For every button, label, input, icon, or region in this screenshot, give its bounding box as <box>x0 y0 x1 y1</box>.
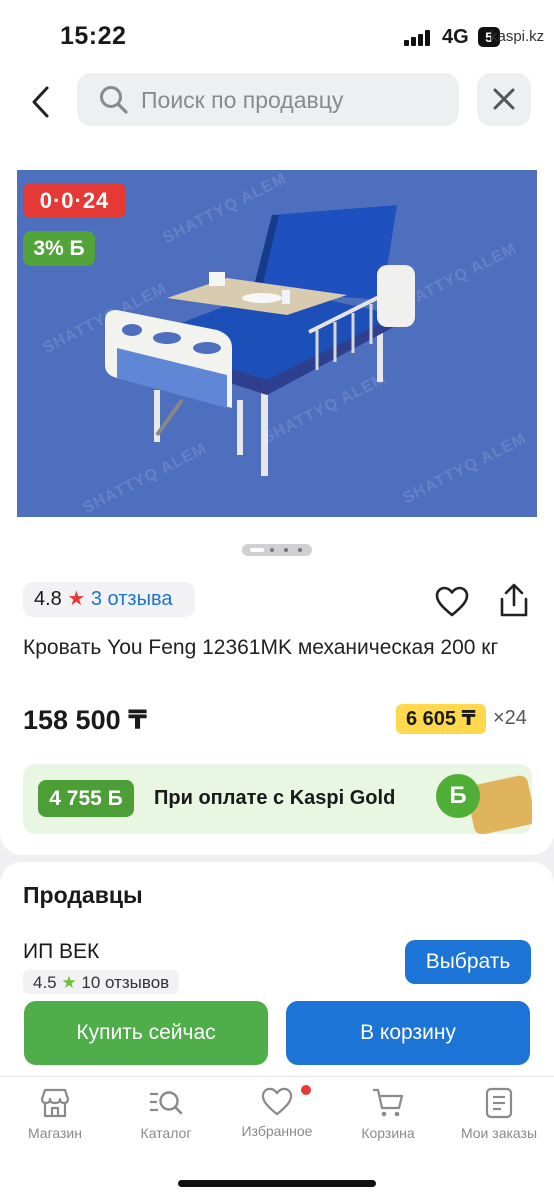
nav-item-store[interactable]: Магазин <box>0 1087 110 1141</box>
seller-name[interactable]: ИП ВЕК <box>23 940 99 964</box>
carrier-domain: kaspi.kz <box>490 28 545 45</box>
search-bar[interactable] <box>77 73 459 126</box>
heart-icon <box>261 1087 293 1116</box>
nav-label: Избранное <box>241 1123 313 1139</box>
favorites-notification-dot <box>301 1085 311 1095</box>
close-icon <box>493 88 515 110</box>
gallery-pagination[interactable] <box>242 544 312 556</box>
hospital-bed-illustration <box>105 205 415 476</box>
buy-now-button[interactable]: Купить сейчас <box>24 1001 268 1065</box>
cart-icon <box>373 1088 404 1117</box>
choose-seller-button[interactable]: Выбрать <box>405 940 531 984</box>
rating-value: 4.8 <box>34 588 62 610</box>
seller-rating-value: 4.5 <box>33 973 57 992</box>
product-title: Кровать You Feng 12361MK механическая 20… <box>23 636 499 659</box>
network-type: 4G <box>442 26 469 48</box>
installment-price[interactable]: 6 605 ₸ <box>396 704 486 734</box>
star-icon: ★ <box>61 973 77 992</box>
seller-rating: 4.5 ★ 10 отзывов <box>23 970 180 994</box>
add-to-cart-button[interactable]: В корзину <box>286 1001 530 1065</box>
search-input[interactable] <box>141 83 441 117</box>
status-time: 15:22 <box>60 22 127 50</box>
installment-months: ×24 <box>493 707 527 729</box>
timer-badge: 0·0·24 <box>23 183 126 218</box>
orders-list-icon <box>485 1087 513 1119</box>
nav-label: Каталог <box>140 1125 192 1141</box>
share-button[interactable] <box>497 583 531 619</box>
nav-label: Корзина <box>361 1125 415 1141</box>
pagination-dot[interactable] <box>270 548 274 552</box>
product-card: SHATTYQ ALEM SHATTYQ ALEM SHATTYQ ALEM S… <box>0 145 554 855</box>
bonus-coin-icon: Б <box>436 774 480 818</box>
nav-item-catalog[interactable]: Каталог <box>111 1087 221 1141</box>
nav-label: Мои заказы <box>460 1125 538 1141</box>
catalog-search-icon <box>150 1091 183 1115</box>
pagination-dot[interactable] <box>298 548 302 552</box>
kaspi-gold-banner[interactable]: 4 755 Б При оплате с Kaspi Gold Б <box>23 764 532 834</box>
star-icon: ★ <box>67 588 86 610</box>
chevron-left-icon <box>32 86 49 118</box>
reviews-link[interactable]: 3 отзыва <box>91 588 173 610</box>
sellers-title: Продавцы <box>23 882 143 908</box>
nav-item-orders[interactable]: Мои заказы <box>444 1087 554 1141</box>
bonus-badge: 3% Б <box>23 231 95 266</box>
store-icon <box>40 1088 70 1118</box>
share-icon <box>500 583 528 617</box>
nav-item-favorites[interactable]: Избранное <box>222 1087 332 1139</box>
pagination-dot[interactable] <box>250 548 264 552</box>
home-indicator <box>178 1180 376 1187</box>
pagination-dot[interactable] <box>284 548 288 552</box>
header <box>0 70 554 145</box>
status-bar: 15:22 4G 5 kaspi.kz <box>0 0 554 70</box>
gold-bonus-amount: 4 755 Б <box>38 780 134 817</box>
clear-search-button[interactable] <box>477 73 531 126</box>
gold-banner-text: При оплате с Kaspi Gold <box>154 787 396 809</box>
nav-item-cart[interactable]: Корзина <box>333 1087 443 1141</box>
rating-pill[interactable]: 4.8 ★ 3 отзыва <box>23 582 195 617</box>
back-button[interactable] <box>22 82 62 122</box>
product-image[interactable]: SHATTYQ ALEM SHATTYQ ALEM SHATTYQ ALEM S… <box>17 170 537 517</box>
nav-label: Магазин <box>27 1125 82 1141</box>
product-price: 158 500 ₸ <box>23 705 147 735</box>
signal-icon <box>404 30 432 46</box>
seller-reviews: 10 отзывов <box>81 973 170 992</box>
favorite-button[interactable] <box>435 586 469 618</box>
heart-icon <box>435 586 469 617</box>
search-icon <box>100 86 128 114</box>
